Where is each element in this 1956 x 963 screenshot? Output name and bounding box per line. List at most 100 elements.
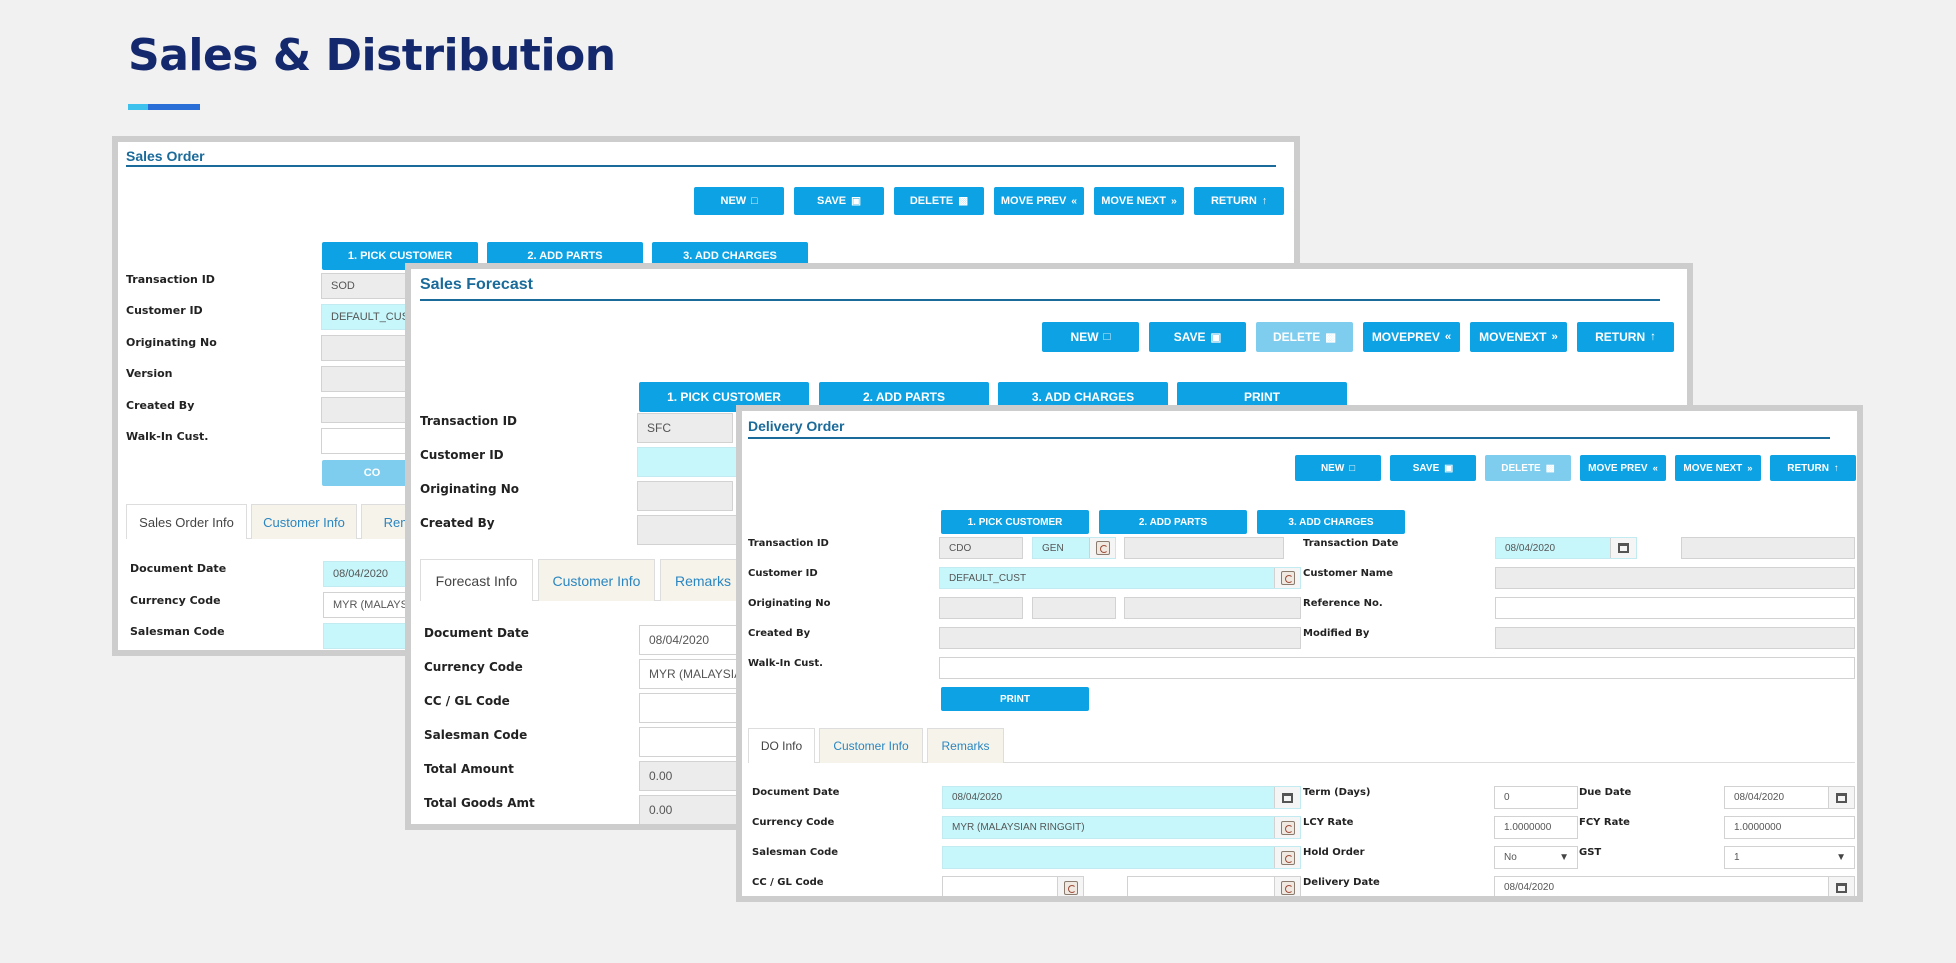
total-amount-label: Total Amount: [424, 762, 514, 776]
calendar-icon[interactable]: [1836, 792, 1847, 803]
created-by-label: Created By: [748, 628, 811, 639]
document-date-field[interactable]: 08/04/2020: [942, 786, 1301, 809]
walk-in-label: Walk-In Cust.: [748, 658, 823, 669]
move-prev-button[interactable]: MOVEPREV «: [1363, 322, 1460, 352]
save-button[interactable]: SAVE ▣: [1390, 455, 1476, 481]
salesman-code-label: Salesman Code: [130, 625, 225, 638]
created-by-label: Created By: [126, 399, 195, 412]
customer-name-field[interactable]: [1495, 567, 1855, 589]
customer-id-label: Customer ID: [748, 568, 818, 579]
arrow-up-icon: ↑: [1261, 195, 1268, 207]
customer-name-label: Customer Name: [1303, 568, 1393, 579]
new-button[interactable]: NEW □: [1295, 455, 1381, 481]
delete-button[interactable]: DELETE ▩: [894, 187, 984, 215]
currency-code-label: Currency Code: [752, 817, 835, 828]
originating-no-field-3[interactable]: [1124, 597, 1301, 619]
save-button[interactable]: SAVE ▣: [794, 187, 884, 215]
fcy-rate-field[interactable]: 1.0000000: [1724, 816, 1855, 839]
add-parts-button[interactable]: 2. ADD PARTS: [1099, 510, 1247, 534]
print-button[interactable]: PRINT: [941, 687, 1089, 711]
originating-no-field-1[interactable]: [939, 597, 1023, 619]
title-rule: [748, 437, 1830, 439]
customer-id-label: Customer ID: [126, 304, 203, 317]
refresh-icon[interactable]: [1095, 541, 1110, 555]
delivery-date-field[interactable]: 08/04/2020: [1494, 876, 1855, 896]
window-title: Delivery Order: [748, 418, 845, 434]
modified-by-label: Modified By: [1303, 628, 1370, 639]
originating-no-label: Originating No: [748, 598, 831, 609]
return-button[interactable]: RETURN ↑: [1577, 322, 1674, 352]
tab-customer-info[interactable]: Customer Info: [538, 559, 655, 601]
tab-sales-order-info[interactable]: Sales Order Info: [126, 504, 247, 539]
calendar-icon[interactable]: [1836, 882, 1847, 893]
refresh-icon[interactable]: [1280, 820, 1295, 835]
salesman-code-field[interactable]: [942, 846, 1301, 869]
title-rule: [126, 165, 1276, 167]
salesman-code-label: Salesman Code: [752, 847, 839, 858]
delete-button[interactable]: DELETE ▩: [1485, 455, 1571, 481]
reference-no-field[interactable]: [1495, 597, 1855, 619]
transaction-time-field[interactable]: [1681, 537, 1855, 559]
move-prev-button[interactable]: MOVE PREV «: [994, 187, 1084, 215]
title-underline: [128, 104, 200, 110]
new-button[interactable]: NEW □: [1042, 322, 1139, 352]
gst-label: GST: [1579, 847, 1602, 858]
tab-remarks[interactable]: Remarks: [660, 559, 746, 601]
calendar-icon[interactable]: [1618, 543, 1629, 553]
due-date-label: Due Date: [1579, 787, 1632, 798]
transaction-prefix-field[interactable]: CDO: [939, 537, 1023, 559]
term-days-field[interactable]: 0: [1494, 786, 1578, 809]
total-goods-amt-label: Total Goods Amt: [424, 796, 535, 810]
document-date-label: Document Date: [752, 787, 840, 798]
file-icon: □: [1349, 462, 1356, 474]
refresh-icon[interactable]: [1280, 571, 1295, 585]
return-button[interactable]: RETURN ↑: [1194, 187, 1284, 215]
cc-code-field[interactable]: [942, 876, 1084, 896]
tab-customer-info[interactable]: Customer Info: [819, 728, 923, 763]
gst-select[interactable]: 1 ▼: [1724, 846, 1855, 869]
transaction-number-field[interactable]: [1124, 537, 1284, 559]
originating-no-field-2[interactable]: [1032, 597, 1116, 619]
add-charges-button[interactable]: 3. ADD CHARGES: [1257, 510, 1405, 534]
customer-id-field[interactable]: DEFAULT_CUST: [939, 567, 1301, 589]
version-label: Version: [126, 367, 173, 380]
arrow-up-icon: ↑: [1833, 462, 1839, 474]
tab-customer-info[interactable]: Customer Info: [251, 504, 357, 539]
transaction-type-field[interactable]: GEN: [1032, 537, 1116, 559]
move-next-button[interactable]: MOVE NEXT»: [1094, 187, 1184, 215]
move-next-button[interactable]: MOVE NEXT»: [1675, 455, 1761, 481]
transaction-id-field[interactable]: SFC: [637, 413, 733, 443]
move-next-button[interactable]: MOVENEXT»: [1470, 322, 1567, 352]
due-date-field[interactable]: 08/04/2020: [1724, 786, 1855, 809]
title-rule: [420, 299, 1660, 301]
double-chevron-right-icon: »: [1747, 462, 1753, 474]
double-chevron-left-icon: «: [1652, 462, 1658, 474]
refresh-icon[interactable]: [1063, 880, 1078, 895]
move-prev-button[interactable]: MOVE PREV «: [1580, 455, 1666, 481]
lcy-rate-field[interactable]: 1.0000000: [1494, 816, 1578, 839]
calendar-icon[interactable]: [1282, 792, 1293, 803]
gl-code-field[interactable]: [1127, 876, 1301, 896]
window-title: Sales Order: [126, 148, 205, 164]
walk-in-field[interactable]: [939, 657, 1855, 679]
pick-customer-button[interactable]: 1. PICK CUSTOMER: [941, 510, 1089, 534]
refresh-icon[interactable]: [1280, 880, 1295, 895]
hold-order-select[interactable]: No ▼: [1494, 846, 1578, 869]
originating-no-label: Originating No: [126, 336, 217, 349]
transaction-date-field[interactable]: 08/04/2020: [1495, 537, 1637, 559]
return-button[interactable]: RETURN ↑: [1770, 455, 1856, 481]
save-button[interactable]: SAVE ▣: [1149, 322, 1246, 352]
lcy-rate-label: LCY Rate: [1303, 817, 1354, 828]
originating-no-label: Originating No: [420, 482, 520, 496]
modified-by-field[interactable]: [1495, 627, 1855, 649]
refresh-icon[interactable]: [1280, 850, 1295, 865]
new-button[interactable]: NEW □: [694, 187, 784, 215]
tab-forecast-info[interactable]: Forecast Info: [420, 559, 533, 601]
currency-code-field[interactable]: MYR (MALAYSIAN RINGGIT): [942, 816, 1301, 839]
delete-button[interactable]: DELETE ▩: [1256, 322, 1353, 352]
tab-remarks[interactable]: Remarks: [927, 728, 1004, 763]
created-by-field[interactable]: [939, 627, 1301, 649]
tab-do-info[interactable]: DO Info: [748, 728, 815, 763]
delivery-date-label: Delivery Date: [1303, 877, 1380, 888]
originating-no-field[interactable]: [637, 481, 733, 511]
